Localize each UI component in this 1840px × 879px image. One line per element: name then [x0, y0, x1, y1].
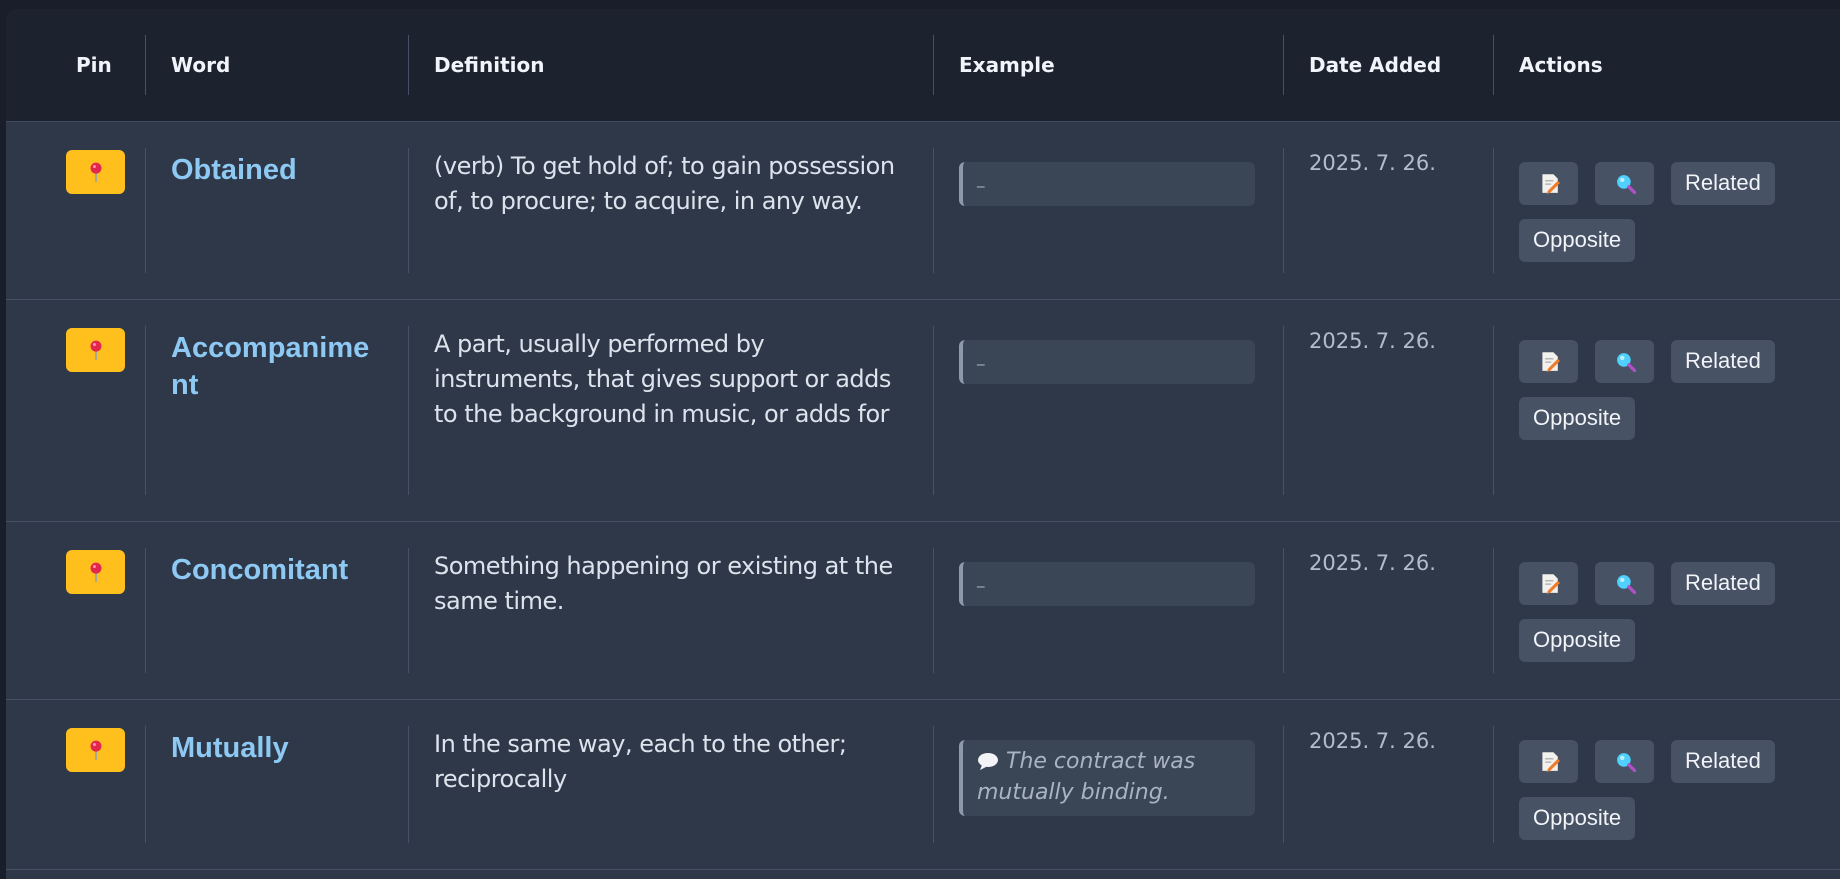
column-header-example[interactable]: Example — [933, 9, 1283, 122]
magnifier-icon — [1614, 351, 1636, 372]
row-actions: Related Opposite — [1519, 161, 1819, 262]
word-link[interactable]: Accompaniment — [171, 330, 386, 404]
pin-button[interactable] — [66, 149, 125, 194]
speech-bubble-icon — [978, 752, 998, 770]
column-header-definition[interactable]: Definition — [408, 9, 933, 122]
edit-button[interactable] — [1519, 339, 1578, 383]
magnifier-icon — [1614, 573, 1636, 594]
definition-cell: A part, usually performed by instruments… — [408, 299, 933, 521]
word-cell: Accompaniment — [145, 299, 408, 521]
example-text: The contract was mutually binding. — [977, 748, 1196, 805]
actions-cell: Related Opposite — [1493, 299, 1840, 521]
related-button[interactable]: Related — [1671, 161, 1775, 205]
definition-text: (verb) To get hold of; to gain possessio… — [434, 151, 895, 215]
word-link[interactable]: Mutually — [171, 730, 386, 767]
vocabulary-table: Pin Word Definition Example Date Added A… — [6, 9, 1840, 870]
opposite-button[interactable]: Opposite — [1519, 796, 1636, 840]
pin-button[interactable] — [66, 727, 125, 772]
actions-cell: Related Opposite — [1493, 121, 1840, 299]
pin-cell — [6, 521, 145, 699]
memo-icon — [1541, 751, 1560, 772]
date-cell: 2025. 7. 26. — [1283, 121, 1493, 299]
table-row: Obtained (verb) To get hold of; to gain … — [6, 121, 1840, 299]
example-box: _ — [959, 561, 1255, 606]
search-button[interactable] — [1595, 161, 1654, 205]
definition-cell: Something happening or existing at the s… — [408, 521, 933, 699]
example-text: _ — [977, 569, 985, 588]
row-actions: Related Opposite — [1519, 561, 1819, 662]
word-link[interactable]: Obtained — [171, 152, 386, 189]
definition-text: A part, usually performed by instruments… — [434, 329, 891, 428]
search-button[interactable] — [1595, 739, 1654, 783]
magnifier-icon — [1614, 173, 1636, 194]
table-header-row: Pin Word Definition Example Date Added A… — [6, 9, 1840, 122]
example-text: _ — [977, 169, 985, 188]
opposite-button[interactable]: Opposite — [1519, 618, 1636, 662]
related-button[interactable]: Related — [1671, 339, 1775, 383]
search-button[interactable] — [1595, 561, 1654, 605]
column-header-date-added[interactable]: Date Added — [1283, 9, 1493, 122]
example-cell: _ — [933, 521, 1283, 699]
memo-icon — [1541, 573, 1560, 594]
pin-button[interactable] — [66, 327, 125, 372]
pushpin-icon — [89, 739, 102, 761]
word-cell: Mutually — [145, 699, 408, 869]
word-cell: Obtained — [145, 121, 408, 299]
table-row: Accompaniment A part, usually performed … — [6, 299, 1840, 521]
example-cell: _ — [933, 299, 1283, 521]
column-header-actions: Actions — [1493, 9, 1840, 122]
actions-cell: Related Opposite — [1493, 699, 1840, 869]
definition-text: In the same way, each to the other; reci… — [434, 729, 847, 793]
edit-button[interactable] — [1519, 739, 1578, 783]
row-actions: Related Opposite — [1519, 739, 1819, 840]
definition-cell: In the same way, each to the other; reci… — [408, 699, 933, 869]
table-row: Concomitant Something happening or exist… — [6, 521, 1840, 699]
example-cell: The contract was mutually binding. — [933, 699, 1283, 869]
related-button[interactable]: Related — [1671, 739, 1775, 783]
date-cell: 2025. 7. 26. — [1283, 299, 1493, 521]
date-cell: 2025. 7. 26. — [1283, 521, 1493, 699]
date-cell: 2025. 7. 26. — [1283, 699, 1493, 869]
edit-button[interactable] — [1519, 161, 1578, 205]
magnifier-icon — [1614, 751, 1636, 772]
actions-cell: Related Opposite — [1493, 521, 1840, 699]
date-added-text: 2025. 7. 26. — [1309, 150, 1436, 175]
pushpin-icon — [89, 339, 102, 361]
table-row: Mutually In the same way, each to the ot… — [6, 699, 1840, 869]
example-box: _ — [959, 339, 1255, 384]
column-header-pin[interactable]: Pin — [6, 9, 145, 122]
memo-icon — [1541, 173, 1560, 194]
definition-cell: (verb) To get hold of; to gain possessio… — [408, 121, 933, 299]
word-link[interactable]: Concomitant — [171, 552, 386, 589]
pin-cell — [6, 699, 145, 869]
date-added-text: 2025. 7. 26. — [1309, 328, 1436, 353]
date-added-text: 2025. 7. 26. — [1309, 550, 1436, 575]
pin-cell — [6, 121, 145, 299]
example-cell: _ — [933, 121, 1283, 299]
vocabulary-table-panel: Pin Word Definition Example Date Added A… — [6, 9, 1840, 879]
example-box: _ — [959, 161, 1255, 206]
related-button[interactable]: Related — [1671, 561, 1775, 605]
pushpin-icon — [89, 561, 102, 583]
opposite-button[interactable]: Opposite — [1519, 218, 1636, 262]
column-header-word[interactable]: Word — [145, 9, 408, 122]
row-actions: Related Opposite — [1519, 339, 1819, 440]
example-text: _ — [977, 347, 985, 366]
date-added-text: 2025. 7. 26. — [1309, 728, 1436, 753]
pin-cell — [6, 299, 145, 521]
pin-button[interactable] — [66, 549, 125, 594]
opposite-button[interactable]: Opposite — [1519, 396, 1636, 440]
pushpin-icon — [89, 161, 102, 183]
memo-icon — [1541, 351, 1560, 372]
example-box: The contract was mutually binding. — [959, 739, 1255, 816]
definition-text: Something happening or existing at the s… — [434, 551, 893, 615]
search-button[interactable] — [1595, 339, 1654, 383]
edit-button[interactable] — [1519, 561, 1578, 605]
word-cell: Concomitant — [145, 521, 408, 699]
